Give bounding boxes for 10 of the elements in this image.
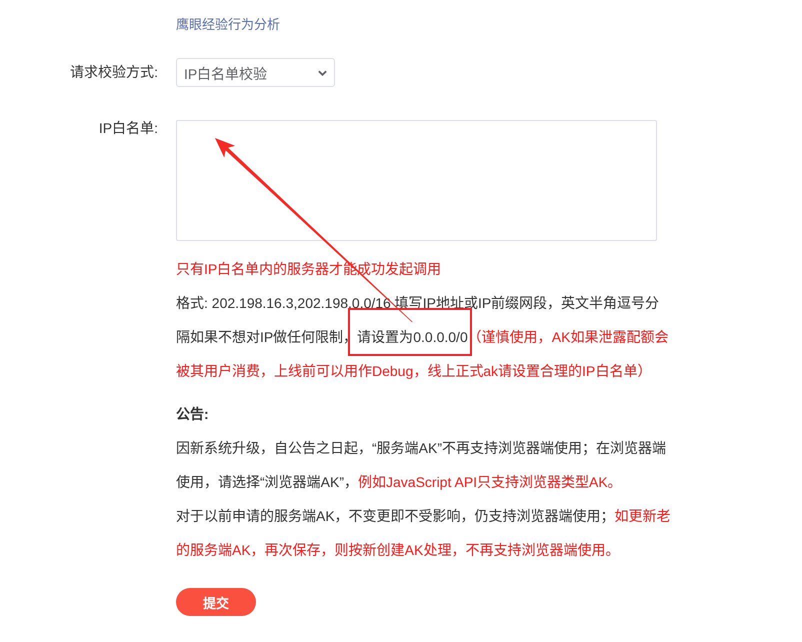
service-link[interactable]: 鹰眼经验行为分析 (176, 17, 280, 32)
field-label: IP白名单: (98, 120, 158, 136)
chevron-down-icon (318, 70, 327, 76)
notice-text: 对于以前申请的服务端AK，不变更即不受影响，仍支持浏览器端使用；如更新老的服务端AK，再次保存，则按新创建AK处理，不再支持浏览器端使用。 (176, 507, 671, 560)
field-label: 请求校验方式: (69, 63, 158, 82)
submit-button[interactable]: 提交 (176, 588, 256, 616)
notice-title: 公告: (176, 405, 210, 424)
notice-text: 因新系统升级，自公告之日起，“服务端AK”不再支持浏览器端使用；在浏览器端使用，请选择“浏览器端AK”，例如JavaScript API只支持浏览器类型AK。 (176, 439, 667, 492)
ip-whitelist-field[interactable] (176, 120, 657, 241)
select-dropdown[interactable]: IP白名单校验 (176, 58, 335, 87)
